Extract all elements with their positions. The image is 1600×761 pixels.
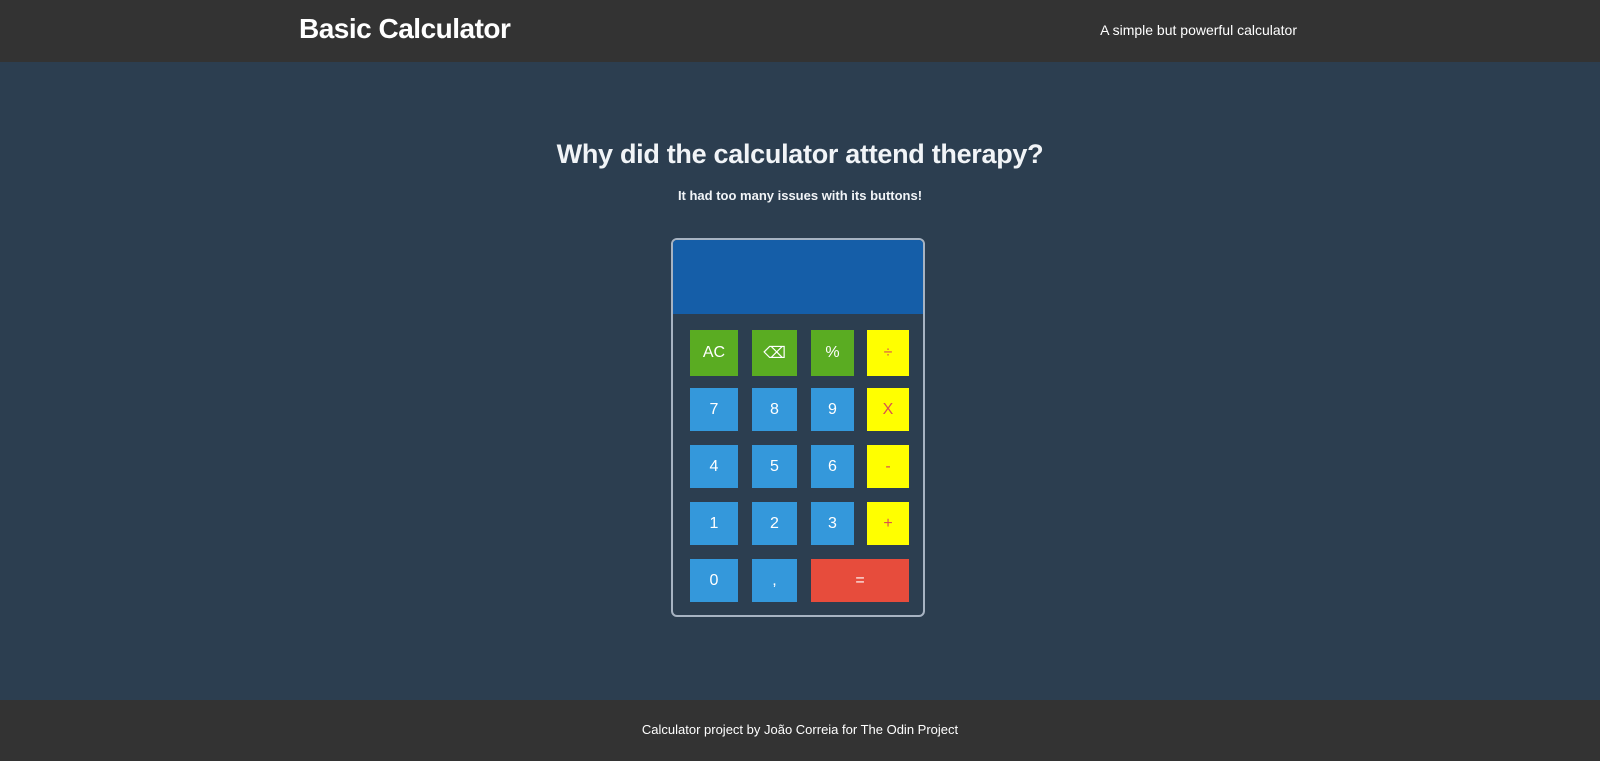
joke-question: Why did the calculator attend therapy? (556, 139, 1044, 169)
ac-button[interactable]: AC (690, 330, 738, 376)
app-title: Basic Calculator (299, 13, 511, 44)
digit-9-button[interactable]: 9 (811, 388, 854, 431)
main-content: Why did the calculator attend therapy? I… (0, 62, 1600, 700)
add-button[interactable]: + (867, 502, 909, 545)
decimal-button[interactable]: , (752, 559, 797, 602)
joke-answer: It had too many issues with its buttons! (677, 188, 923, 203)
digit-2-button[interactable]: 2 (752, 502, 797, 545)
subtract-button[interactable]: - (867, 445, 909, 488)
footer-credit: Calculator project by João Correia for T… (641, 722, 959, 737)
digit-5-button[interactable]: 5 (752, 445, 797, 488)
digit-7-button[interactable]: 7 (690, 388, 738, 431)
digit-8-button[interactable]: 8 (752, 388, 797, 431)
digit-6-button[interactable]: 6 (811, 445, 854, 488)
digit-0-button[interactable]: 0 (690, 559, 738, 602)
header: Basic Calculator A simple but powerful c… (0, 0, 1600, 62)
calculator-display (673, 240, 923, 314)
equals-button[interactable]: = (811, 559, 909, 602)
app-tagline: A simple but powerful calculator (1100, 22, 1297, 38)
percent-button[interactable]: % (811, 330, 854, 376)
digit-1-button[interactable]: 1 (690, 502, 738, 545)
multiply-button[interactable]: X (867, 388, 909, 431)
digit-4-button[interactable]: 4 (690, 445, 738, 488)
digit-3-button[interactable]: 3 (811, 502, 854, 545)
calculator: AC ⌫ % ÷ 7 8 9 X 4 5 6 - 1 2 3 + 0 , = (671, 238, 925, 617)
footer: Calculator project by João Correia for T… (0, 700, 1600, 761)
backspace-button[interactable]: ⌫ (752, 330, 797, 376)
divide-button[interactable]: ÷ (867, 330, 909, 376)
